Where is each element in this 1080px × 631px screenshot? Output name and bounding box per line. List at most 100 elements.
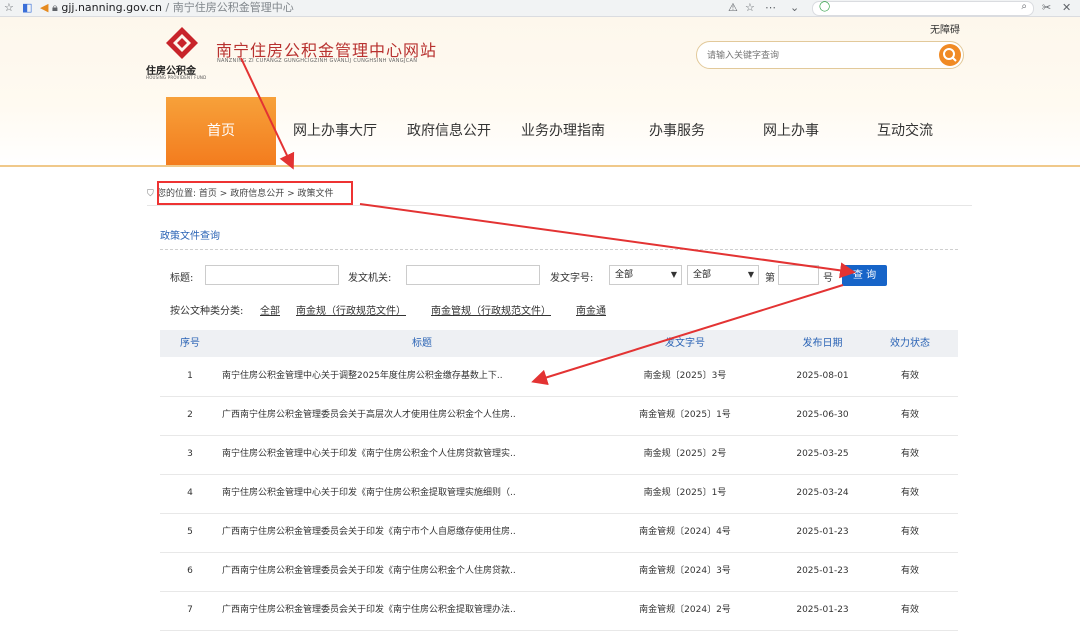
scissors-icon[interactable]: ✂ bbox=[1042, 1, 1051, 15]
site-search-box bbox=[696, 41, 964, 69]
back-icon[interactable]: ◀ bbox=[40, 1, 48, 15]
docnum-year-select[interactable]: 全部 ▼ bbox=[687, 265, 759, 285]
row-status: 有效 bbox=[900, 488, 919, 498]
row-index: 5 bbox=[187, 527, 193, 537]
query-button[interactable]: 查 询 bbox=[842, 265, 887, 286]
title-filter-label: 标题: bbox=[170, 273, 194, 284]
close-icon[interactable]: ✕ bbox=[1062, 1, 1071, 15]
row-index: 6 bbox=[187, 566, 193, 576]
row-title-link[interactable]: 广西南宁住房公积金管理委员会关于高层次人才使用住房公积金个人住房.. bbox=[222, 396, 552, 435]
row-title-link[interactable]: 广西南宁住房公积金管理委员会关于印发《南宁市个人自愿缴存使用住房.. bbox=[222, 513, 552, 552]
annotation-highlight-box bbox=[157, 181, 353, 205]
url-separator: / bbox=[162, 1, 173, 14]
search-icon[interactable]: ⌕ bbox=[1021, 1, 1027, 12]
row-index: 3 bbox=[187, 449, 193, 459]
main-navigation: 首页 网上办事大厅 政府信息公开 业务办理指南 办事服务 网上办事 互动交流 bbox=[166, 97, 966, 165]
more-icon[interactable]: ⋯ bbox=[765, 1, 776, 15]
title-filter-input[interactable] bbox=[205, 265, 339, 285]
nav-services[interactable]: 办事服务 bbox=[620, 97, 734, 165]
header-status: 效力状态 bbox=[890, 338, 930, 349]
row-docnum: 南金管规〔2024〕2号 bbox=[639, 605, 731, 615]
row-date: 2025-03-24 bbox=[796, 488, 849, 498]
nav-underline bbox=[0, 165, 1080, 167]
nav-home[interactable]: 首页 bbox=[166, 97, 276, 165]
docnum-number-input[interactable] bbox=[778, 265, 819, 285]
docnum-hao-label: 号 bbox=[823, 273, 833, 284]
url-page-title: 南宁住房公积金管理中心 bbox=[172, 1, 294, 14]
category-nanjintong-link[interactable]: 南金通 bbox=[576, 302, 606, 317]
row-date: 2025-03-25 bbox=[796, 449, 849, 459]
row-index: 1 bbox=[187, 371, 193, 381]
row-status: 有效 bbox=[900, 371, 919, 381]
row-status: 有效 bbox=[900, 410, 919, 420]
section-title: 政策文件查询 bbox=[160, 231, 220, 242]
category-all-link[interactable]: 全部 bbox=[260, 302, 280, 317]
category-label: 按公文种类分类: bbox=[170, 306, 244, 317]
row-title-link[interactable]: 南宁住房公积金管理中心关于印发《南宁住房公积金个人住房贷款管理实.. bbox=[222, 435, 552, 474]
row-date: 2025-08-01 bbox=[796, 371, 849, 381]
row-title-link[interactable]: 南宁住房公积金管理中心关于调整2025年度住房公积金缴存基数上下.. bbox=[222, 357, 552, 396]
site-search-button[interactable] bbox=[939, 44, 961, 66]
site-search-input[interactable] bbox=[705, 48, 929, 64]
row-date: 2025-01-23 bbox=[796, 605, 849, 615]
favorite-star-icon[interactable]: ☆ bbox=[745, 1, 755, 15]
search-icon bbox=[943, 48, 957, 62]
search-engine-icon: ◯ bbox=[819, 1, 831, 12]
accessibility-link[interactable]: 无障碍 bbox=[930, 21, 960, 36]
table-row: 1 南宁住房公积金管理中心关于调整2025年度住房公积金缴存基数上下.. 南金规〔2… bbox=[160, 357, 958, 397]
row-status: 有效 bbox=[900, 449, 919, 459]
category-nanjingui-link[interactable]: 南金规（行政规范文件） bbox=[296, 302, 406, 317]
docnum-di-label: 第 bbox=[765, 273, 775, 284]
nav-interaction[interactable]: 互动交流 bbox=[848, 97, 962, 165]
category-nanjinguangui-link[interactable]: 南金管规（行政规范文件） bbox=[431, 302, 551, 317]
row-status: 有效 bbox=[900, 527, 919, 537]
row-docnum: 南金管规〔2024〕4号 bbox=[639, 527, 731, 537]
org-filter-label: 发文机关: bbox=[348, 273, 392, 284]
docnum-filter-label: 发文字号: bbox=[550, 273, 594, 284]
nav-gov-info-disclosure[interactable]: 政府信息公开 bbox=[392, 97, 506, 165]
browser-search-input[interactable]: ◯ ⌕ bbox=[812, 1, 1034, 16]
row-status: 有效 bbox=[900, 566, 919, 576]
select-value: 全部 bbox=[693, 270, 712, 280]
row-docnum: 南金规〔2025〕1号 bbox=[643, 488, 727, 498]
logo-subtitle: HOUSING PROVIDENT FUND bbox=[146, 75, 207, 80]
row-docnum: 南金管规〔2024〕3号 bbox=[639, 566, 731, 576]
table-header: 序号 标题 发文字号 发布日期 效力状态 bbox=[160, 330, 958, 357]
site-header: 无障碍 住房公积金 HOUSING PROVIDENT FUND 南宁住房公积金… bbox=[0, 17, 1080, 165]
row-index: 7 bbox=[187, 605, 193, 615]
divider bbox=[147, 205, 972, 206]
row-date: 2025-01-23 bbox=[796, 527, 849, 537]
docnum-type-select[interactable]: 全部 ▼ bbox=[609, 265, 682, 285]
header-index: 序号 bbox=[180, 338, 200, 349]
translate-icon[interactable]: ⚠ bbox=[728, 1, 738, 15]
row-title-link[interactable]: 广西南宁住房公积金管理委员会关于印发《南宁住房公积金提取管理办法.. bbox=[222, 591, 552, 630]
nav-online-affairs[interactable]: 网上办事 bbox=[734, 97, 848, 165]
row-title-link[interactable]: 广西南宁住房公积金管理委员会关于印发《南宁住房公积金个人住房贷款.. bbox=[222, 552, 552, 591]
lock-icon: 🔒︎ bbox=[52, 1, 62, 14]
row-index: 2 bbox=[187, 410, 193, 420]
bookmark-star-icon[interactable]: ☆ bbox=[4, 1, 14, 15]
row-title-link[interactable]: 南宁住房公积金管理中心关于印发《南宁住房公积金提取管理实施细则（.. bbox=[222, 474, 552, 513]
row-docnum: 南金管规〔2025〕1号 bbox=[639, 410, 731, 420]
table-row: 7 广西南宁住房公积金管理委员会关于印发《南宁住房公积金提取管理办法.. 南金管规〔… bbox=[160, 591, 958, 631]
chevron-down-icon: ▼ bbox=[670, 270, 677, 279]
location-pin-icon: ⛉ bbox=[147, 189, 154, 199]
table-row: 6 广西南宁住房公积金管理委员会关于印发《南宁住房公积金个人住房贷款.. 南金管规〔… bbox=[160, 552, 958, 592]
address-bar[interactable]: 🔒︎ gjj.nanning.gov.cn / 南宁住房公积金管理中心 bbox=[52, 1, 812, 15]
org-filter-input[interactable] bbox=[406, 265, 540, 285]
nav-business-guide[interactable]: 业务办理指南 bbox=[506, 97, 620, 165]
select-value: 全部 bbox=[615, 270, 634, 280]
site-title-zhuang: NANZNING ZI CUFANGZ GUNGHCIGZINH GVANLIJ… bbox=[217, 58, 418, 64]
row-docnum: 南金规〔2025〕2号 bbox=[643, 449, 727, 459]
row-docnum: 南金规〔2025〕3号 bbox=[643, 371, 727, 381]
table-row: 3 南宁住房公积金管理中心关于印发《南宁住房公积金个人住房贷款管理实.. 南金规〔2… bbox=[160, 435, 958, 475]
arrow-to-query-button bbox=[359, 203, 856, 279]
table-row: 4 南宁住房公积金管理中心关于印发《南宁住房公积金提取管理实施细则（.. 南金规〔2… bbox=[160, 474, 958, 514]
chevron-down-icon[interactable]: ⌄ bbox=[790, 1, 799, 15]
extension-icon[interactable]: ◧ bbox=[22, 1, 32, 15]
row-date: 2025-01-23 bbox=[796, 566, 849, 576]
nav-online-service-hall[interactable]: 网上办事大厅 bbox=[278, 97, 392, 165]
table-row: 2 广西南宁住房公积金管理委员会关于高层次人才使用住房公积金个人住房.. 南金管规〔… bbox=[160, 396, 958, 436]
browser-toolbar: ☆ ◧ ◀ 🔒︎ gjj.nanning.gov.cn / 南宁住房公积金管理中… bbox=[0, 0, 1080, 17]
chevron-down-icon: ▼ bbox=[747, 270, 754, 279]
